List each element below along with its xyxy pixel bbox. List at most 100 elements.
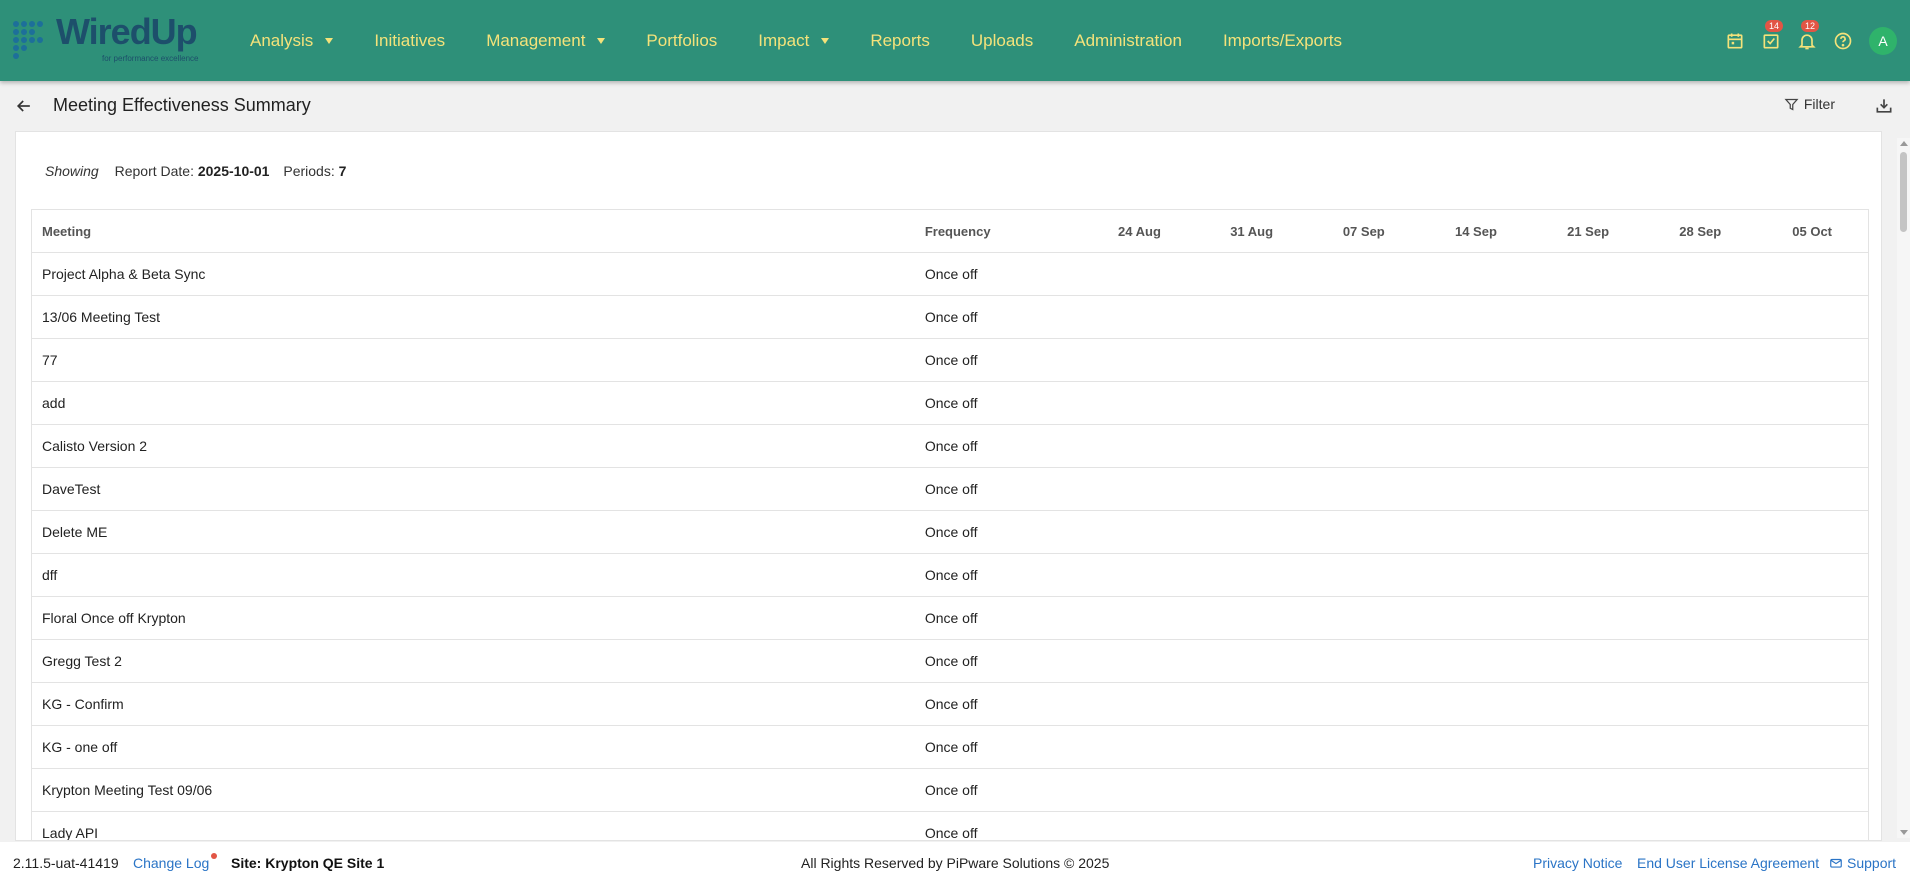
cell-period: [1644, 768, 1757, 812]
nav-label: Uploads: [970, 30, 1034, 50]
cell-period: [1307, 338, 1420, 382]
cell-frequency: Once off: [914, 338, 1084, 382]
nav-initiatives[interactable]: Initiatives: [374, 31, 445, 51]
cell-period: [1644, 338, 1757, 382]
scroll-down-arrow-icon[interactable]: [1900, 830, 1908, 835]
cell-frequency: Once off: [914, 295, 1084, 339]
privacy-notice-link[interactable]: Privacy Notice: [1533, 855, 1622, 871]
column-header-meeting[interactable]: Meeting: [31, 209, 915, 253]
cell-period: [1756, 338, 1869, 382]
cell-period: [1307, 252, 1420, 296]
table-row[interactable]: 13/06 Meeting Test Once off: [31, 295, 1869, 339]
column-header-period[interactable]: 21 Sep: [1532, 209, 1645, 253]
cell-period: [1756, 467, 1869, 511]
cell-period: [1083, 381, 1196, 425]
cell-period: [1532, 811, 1645, 840]
report-date-label: Report Date:: [114, 163, 194, 179]
table-row[interactable]: Krypton Meeting Test 09/06 Once off: [31, 768, 1869, 812]
tasks-badge: 14: [1765, 19, 1784, 32]
table-row[interactable]: DaveTest Once off: [31, 467, 1869, 511]
nav-impact[interactable]: Impact: [758, 31, 830, 51]
scroll-thumb[interactable]: [1900, 152, 1907, 232]
column-header-period[interactable]: 05 Oct: [1756, 209, 1869, 253]
table-row[interactable]: Project Alpha & Beta Sync Once off: [31, 252, 1869, 296]
cell-frequency: Once off: [914, 811, 1084, 840]
cell-period: [1756, 295, 1869, 339]
nav-analysis[interactable]: Analysis: [250, 31, 334, 51]
nav-label: Initiatives: [374, 30, 446, 50]
logo-wordmark: WiredUp: [56, 11, 198, 52]
cell-period: [1644, 424, 1757, 468]
table-row[interactable]: KG - one off Once off: [31, 725, 1869, 769]
user-avatar[interactable]: A: [1869, 26, 1897, 55]
cell-period: [1532, 252, 1645, 296]
cell-period: [1756, 768, 1869, 812]
eula-link[interactable]: End User License Agreement: [1637, 855, 1819, 871]
cell-period: [1756, 252, 1869, 296]
table-row[interactable]: KG - Confirm Once off: [31, 682, 1869, 726]
cell-period: [1419, 338, 1532, 382]
cell-meeting: dff: [31, 553, 915, 597]
table-row[interactable]: 77 Once off: [31, 338, 1869, 382]
table-row[interactable]: dff Once off: [31, 553, 1869, 597]
change-log-link[interactable]: Change Log: [133, 855, 209, 871]
column-header-period[interactable]: 28 Sep: [1644, 209, 1757, 253]
nav-management[interactable]: Management: [486, 31, 606, 51]
column-header-period[interactable]: 07 Sep: [1307, 209, 1420, 253]
page-scrollbar[interactable]: [1897, 138, 1910, 838]
table-row[interactable]: Delete ME Once off: [31, 510, 1869, 554]
bell-icon[interactable]: 12: [1795, 19, 1820, 53]
report-card: Showing Report Date: 2025-10-01 Periods:…: [15, 131, 1882, 841]
cell-meeting: 13/06 Meeting Test: [31, 295, 915, 339]
cell-period: [1083, 639, 1196, 683]
cell-period: [1644, 596, 1757, 640]
scroll-up-arrow-icon[interactable]: [1900, 141, 1908, 146]
back-arrow-icon[interactable]: [14, 96, 34, 116]
nav-portfolios[interactable]: Portfolios: [646, 31, 717, 51]
table-row[interactable]: Calisto Version 2 Once off: [31, 424, 1869, 468]
periods-value: 7: [338, 163, 347, 179]
calendar-icon[interactable]: [1723, 29, 1747, 53]
cell-frequency: Once off: [914, 553, 1084, 597]
caret-down-icon: [597, 37, 606, 44]
support-link[interactable]: Support: [1829, 855, 1896, 871]
column-header-frequency[interactable]: Frequency: [914, 209, 1084, 253]
cell-period: [1195, 725, 1308, 769]
cell-period: [1083, 467, 1196, 511]
logo-tagline: for performance excellence: [102, 54, 199, 63]
cell-period: [1644, 252, 1757, 296]
filter-button[interactable]: Filter: [1784, 96, 1835, 112]
table-row[interactable]: Floral Once off Krypton Once off: [31, 596, 1869, 640]
notifications-badge: 12: [1801, 19, 1820, 32]
cell-period: [1195, 338, 1308, 382]
nav-imports-exports[interactable]: Imports/Exports: [1223, 31, 1342, 51]
nav-administration[interactable]: Administration: [1074, 31, 1182, 51]
wiredup-logo[interactable]: WiredUp for performance excellence: [12, 12, 217, 68]
help-icon[interactable]: [1831, 29, 1855, 53]
cell-period: [1195, 596, 1308, 640]
cell-period: [1195, 510, 1308, 554]
column-header-period[interactable]: 31 Aug: [1195, 209, 1308, 253]
cell-period: [1644, 811, 1757, 840]
cell-period: [1756, 596, 1869, 640]
table-row[interactable]: add Once off: [31, 381, 1869, 425]
cell-period: [1307, 768, 1420, 812]
cell-period: [1307, 510, 1420, 554]
cell-period: [1532, 639, 1645, 683]
cell-period: [1419, 639, 1532, 683]
task-check-icon[interactable]: 14: [1759, 19, 1784, 53]
column-header-period[interactable]: 14 Sep: [1419, 209, 1532, 253]
cell-period: [1307, 381, 1420, 425]
table-row[interactable]: Lady API Once off: [31, 811, 1869, 840]
filter-icon: [1784, 98, 1799, 111]
cell-period: [1419, 252, 1532, 296]
nav-reports[interactable]: Reports: [870, 31, 930, 51]
cell-frequency: Once off: [914, 252, 1084, 296]
download-icon[interactable]: [1874, 96, 1894, 116]
cell-period: [1644, 639, 1757, 683]
nav-uploads[interactable]: Uploads: [971, 31, 1033, 51]
site-label: Site: Krypton QE Site 1: [231, 855, 385, 871]
table-row[interactable]: Gregg Test 2 Once off: [31, 639, 1869, 683]
column-header-period[interactable]: 24 Aug: [1083, 209, 1196, 253]
cell-period: [1644, 725, 1757, 769]
